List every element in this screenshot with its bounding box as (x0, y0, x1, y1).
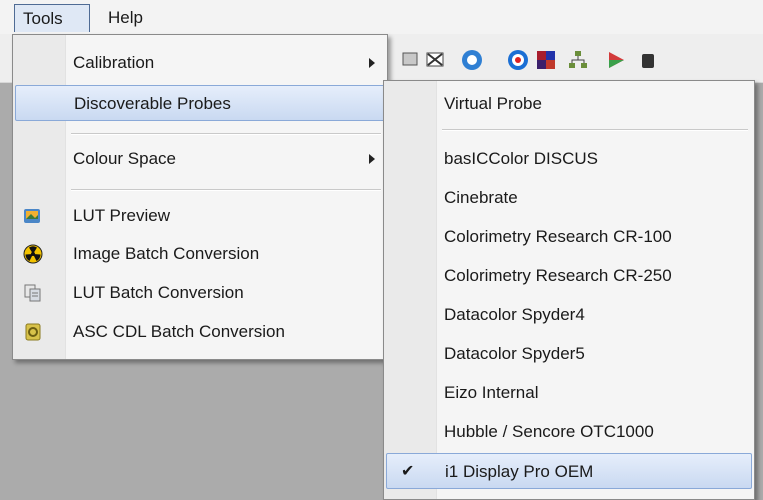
chevron-right-icon (369, 58, 375, 68)
probe-item[interactable]: Hubble / Sencore OTC1000 (386, 414, 752, 450)
chevron-right-icon (369, 154, 375, 164)
lut-batch-icon (24, 284, 41, 302)
menu-item-image-batch-conversion[interactable]: Image Batch Conversion (15, 236, 385, 272)
menu-help[interactable]: Help (100, 4, 151, 32)
menu-item-label: Datacolor Spyder5 (444, 344, 585, 363)
menu-item-label: Image Batch Conversion (73, 244, 260, 263)
menu-item-colour-space[interactable]: Colour Space (15, 141, 385, 177)
menu-item-label: basICColor DISCUS (444, 149, 598, 168)
probe-item-checked[interactable]: ✔ i1 Display Pro OEM (386, 453, 752, 489)
menu-item-discoverable-probes[interactable]: Discoverable Probes (15, 85, 385, 121)
menu-item-label: Datacolor Spyder4 (444, 305, 585, 324)
menu-item-label: ASC CDL Batch Conversion (73, 322, 285, 341)
probe-item[interactable]: Datacolor Spyder5 (386, 336, 752, 372)
toolbar-colorgrid-icon[interactable] (534, 48, 558, 72)
toolbar-delete-icon[interactable] (424, 48, 448, 72)
menu-separator (71, 189, 381, 191)
menu-item-label: Hubble / Sencore OTC1000 (444, 422, 654, 441)
menu-item-label: LUT Preview (73, 206, 170, 225)
probe-item[interactable]: Virtual Probe (386, 86, 752, 122)
menu-item-label: Eizo Internal (444, 383, 539, 402)
menu-item-lut-batch-conversion[interactable]: LUT Batch Conversion (15, 275, 385, 311)
toolbar-target-icon[interactable] (506, 48, 530, 72)
asc-cdl-icon (25, 323, 41, 341)
toolbar-probe-icon[interactable] (636, 48, 660, 72)
menu-item-label: Colorimetry Research CR-250 (444, 266, 672, 285)
menu-item-label: i1 Display Pro OEM (445, 462, 594, 481)
radiation-icon (23, 244, 43, 264)
menu-separator (71, 133, 381, 135)
probe-item[interactable]: Eizo Internal (386, 375, 752, 411)
tools-menu: Calibration Discoverable Probes Colour S… (12, 34, 388, 360)
menu-item-calibration[interactable]: Calibration (15, 45, 385, 81)
toolbar-flag-icon[interactable] (400, 48, 424, 72)
toolbar-play-icon[interactable] (604, 48, 628, 72)
probe-item[interactable]: basICColor DISCUS (386, 141, 752, 177)
menu-item-label: LUT Batch Conversion (73, 283, 244, 302)
menu-item-asc-cdl-batch-conversion[interactable]: ASC CDL Batch Conversion (15, 314, 385, 350)
probe-item[interactable]: Datacolor Spyder4 (386, 297, 752, 333)
toolbar-info-icon[interactable] (460, 48, 484, 72)
probe-item[interactable]: Cinebrate (386, 180, 752, 216)
lut-preview-icon (24, 209, 40, 223)
menubar: Tools Help (0, 0, 763, 35)
menu-tools[interactable]: Tools (14, 4, 90, 32)
menu-separator (442, 129, 748, 131)
probe-item[interactable]: Colorimetry Research CR-250 (386, 258, 752, 294)
menu-item-label: Colour Space (73, 149, 177, 168)
menu-item-label: Virtual Probe (444, 94, 542, 113)
menu-item-label: Calibration (73, 53, 155, 72)
menu-item-label: Cinebrate (444, 188, 518, 207)
check-icon: ✔ (401, 463, 415, 480)
probes-submenu: Virtual Probe basICColor DISCUS Cinebrat… (383, 80, 755, 500)
menu-item-label: Colorimetry Research CR-100 (444, 227, 672, 246)
menu-item-lut-preview[interactable]: LUT Preview (15, 198, 385, 234)
probe-item[interactable]: Colorimetry Research CR-100 (386, 219, 752, 255)
toolbar-network-icon[interactable] (566, 48, 590, 72)
menu-item-label: Discoverable Probes (74, 94, 231, 113)
